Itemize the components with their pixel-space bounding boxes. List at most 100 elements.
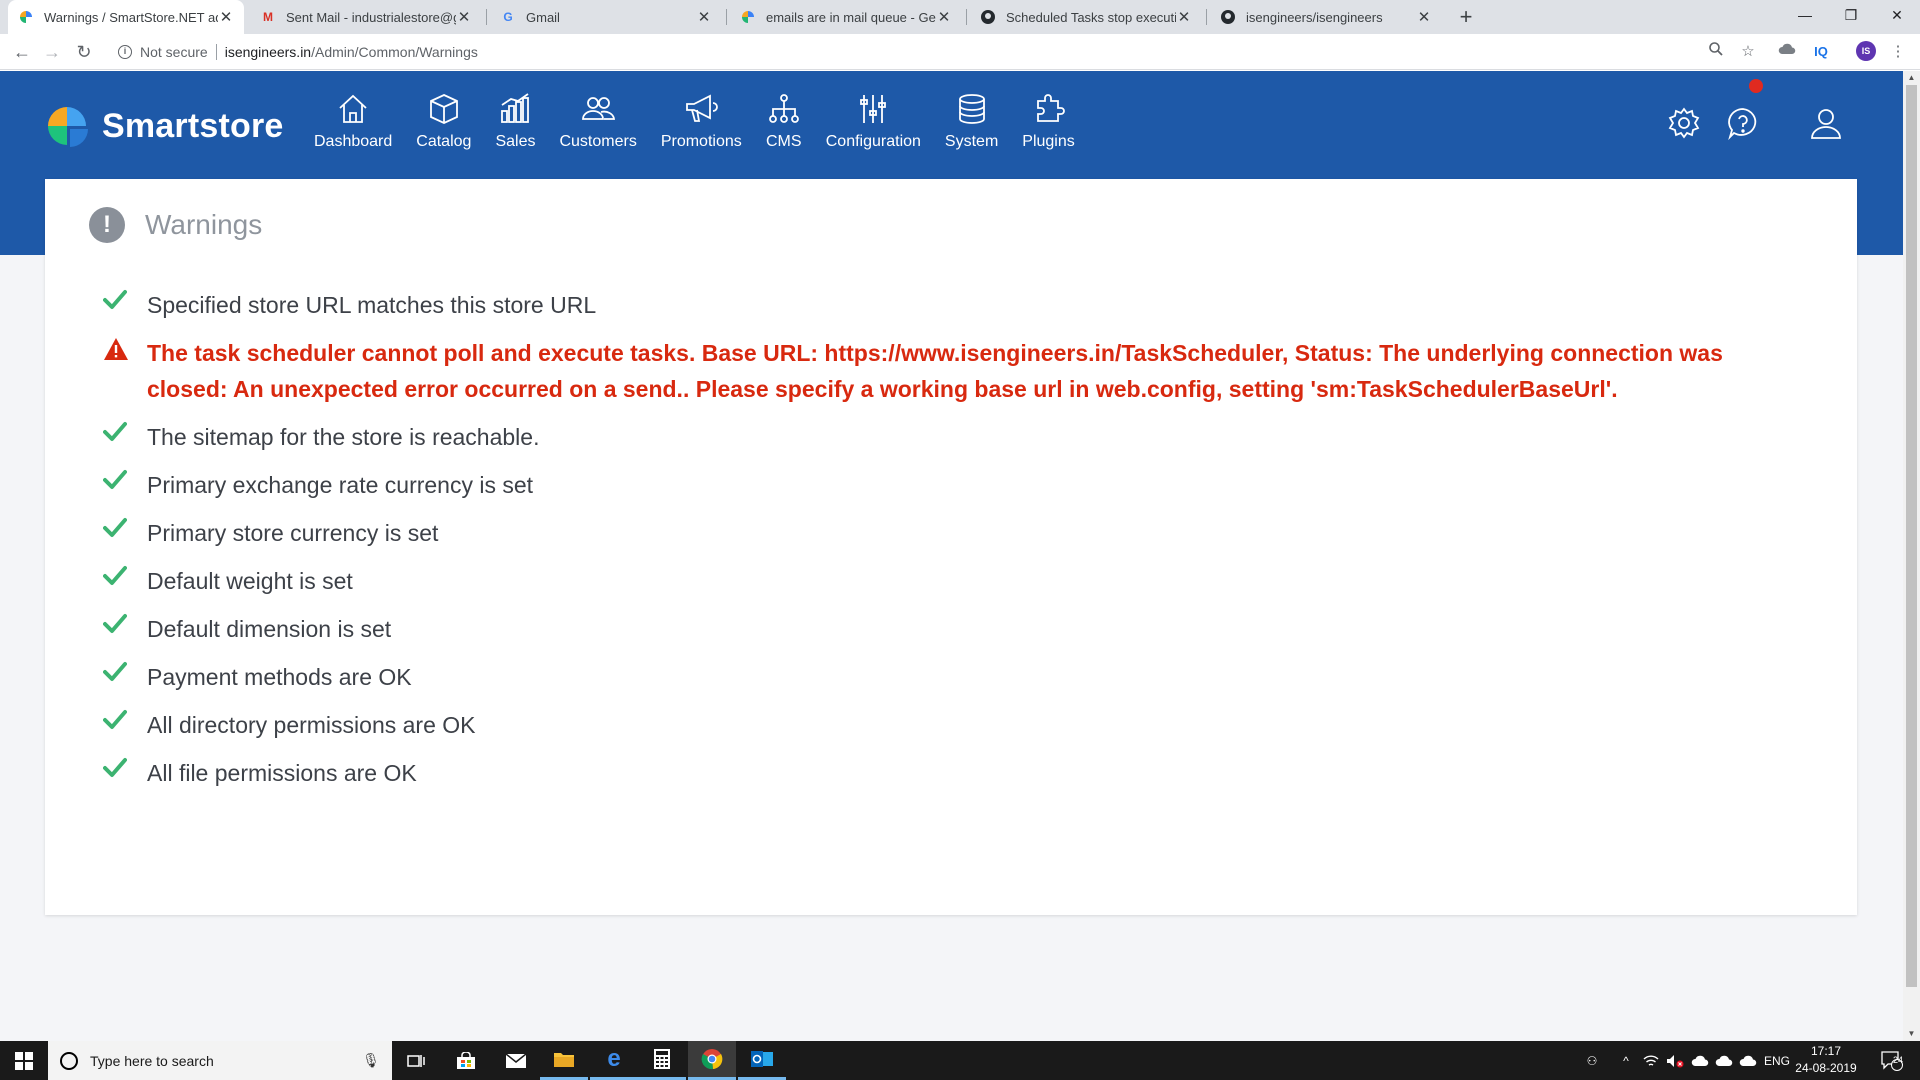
page-viewport: Smartstore Dashboard Catalog Sales Custo… xyxy=(0,71,1903,1041)
browser-tab-isengineers[interactable]: isengineers/isengineers ✕ xyxy=(1210,0,1442,34)
browser-tab-gmail[interactable]: G Gmail ✕ xyxy=(490,0,722,34)
nav-dashboard[interactable]: Dashboard xyxy=(314,91,392,151)
checkmark-icon xyxy=(103,613,131,640)
nav-plugins[interactable]: Plugins xyxy=(1022,91,1075,151)
gmail-icon: M xyxy=(263,10,273,24)
outlook-icon[interactable] xyxy=(738,1041,786,1080)
volume-muted-icon[interactable] xyxy=(1664,1041,1686,1080)
mail-icon[interactable] xyxy=(492,1041,540,1080)
language-indicator[interactable]: ENG xyxy=(1762,1041,1792,1080)
windows-start-icon[interactable] xyxy=(0,1041,48,1080)
nav-customers[interactable]: Customers xyxy=(559,91,637,151)
chrome-icon[interactable] xyxy=(688,1041,736,1080)
edge-icon[interactable]: e xyxy=(590,1041,638,1080)
notification-dot xyxy=(1749,79,1763,93)
checkmark-icon xyxy=(103,565,131,592)
onedrive-icon[interactable] xyxy=(1736,1041,1760,1080)
settings-icon[interactable] xyxy=(1666,105,1702,141)
system-clock[interactable]: 17:17 24-08-2019 xyxy=(1793,1043,1859,1077)
browser-tab-strip: Warnings / SmartStore.NET admin ✕ M Sent… xyxy=(0,0,1920,34)
onedrive-icon[interactable] xyxy=(1688,1041,1712,1080)
people-icon[interactable]: ⚇ xyxy=(1580,1041,1604,1080)
tab-title: isengineers/isengineers xyxy=(1246,9,1383,25)
new-tab-button[interactable]: + xyxy=(1452,3,1480,31)
clock-time: 17:17 xyxy=(1810,1044,1842,1058)
nav-catalog[interactable]: Catalog xyxy=(416,91,471,151)
profile-avatar[interactable]: IS xyxy=(1856,41,1876,61)
page-title-text: Warnings xyxy=(145,209,263,240)
url-host: isengineers.in xyxy=(224,44,312,60)
info-icon[interactable]: i xyxy=(118,45,132,59)
bookmark-star-icon[interactable]: ☆ xyxy=(1738,41,1758,63)
user-icon[interactable] xyxy=(1808,105,1844,141)
checkmark-icon xyxy=(103,421,131,448)
scroll-thumb[interactable] xyxy=(1906,85,1917,987)
google-icon: G xyxy=(503,10,513,24)
nav-system[interactable]: System xyxy=(945,91,998,151)
home-icon xyxy=(339,94,367,123)
browser-tab-scheduled-tasks[interactable]: Scheduled Tasks stop executing ✕ xyxy=(970,0,1202,34)
checkmark-icon xyxy=(103,469,131,496)
nav-label: Promotions xyxy=(660,133,742,150)
iq-extension-icon[interactable]: IQ xyxy=(1810,41,1832,63)
page-scrollbar[interactable]: ▲ ▼ xyxy=(1903,71,1920,1041)
close-icon[interactable]: ✕ xyxy=(696,8,712,26)
box-icon xyxy=(429,94,458,124)
reload-icon[interactable]: ↻ xyxy=(70,38,98,66)
file-explorer-icon[interactable] xyxy=(540,1041,588,1080)
checkmark-icon xyxy=(103,757,131,784)
scroll-down-icon[interactable]: ▼ xyxy=(1903,1027,1920,1041)
scroll-up-icon[interactable]: ▲ xyxy=(1903,71,1920,85)
restore-icon[interactable]: ❐ xyxy=(1828,0,1874,30)
microphone-icon[interactable]: 🎙 xyxy=(360,1052,382,1069)
wifi-icon[interactable] xyxy=(1640,1041,1662,1080)
checkmark-icon xyxy=(103,517,131,544)
browser-tab-mail-queue[interactable]: emails are in mail queue - General ✕ xyxy=(730,0,962,34)
puzzle-icon xyxy=(1036,94,1065,122)
page-title: ! Warnings xyxy=(89,207,262,243)
nav-promotions[interactable]: Promotions xyxy=(661,91,742,151)
checkmark-icon xyxy=(103,289,131,316)
taskbar-search[interactable]: Type here to search 🎙 xyxy=(48,1041,392,1080)
browser-tab-sent-mail[interactable]: M Sent Mail - industrialestore@gmail.com… xyxy=(250,0,482,34)
cortana-icon xyxy=(60,1051,78,1070)
tab-separator xyxy=(1206,9,1207,25)
close-icon[interactable]: ✕ xyxy=(936,8,952,26)
smartstore-icon xyxy=(740,9,756,25)
close-icon[interactable]: ✕ xyxy=(1176,8,1192,26)
browser-tab-warnings[interactable]: Warnings / SmartStore.NET admin ✕ xyxy=(8,0,244,34)
chevron-up-icon[interactable]: ^ xyxy=(1616,1041,1636,1080)
close-window-icon[interactable]: ✕ xyxy=(1874,0,1920,30)
help-icon[interactable] xyxy=(1725,105,1761,141)
cloud-extension-icon[interactable] xyxy=(1776,41,1798,63)
task-view-icon[interactable] xyxy=(392,1041,440,1080)
action-center-icon[interactable]: 24 xyxy=(1872,1041,1912,1080)
nav-label: System xyxy=(944,133,999,150)
close-icon[interactable]: ✕ xyxy=(456,8,472,26)
back-icon[interactable]: ← xyxy=(8,38,36,66)
tab-title: Sent Mail - industrialestore@gmail.com xyxy=(286,9,456,25)
minimize-icon[interactable]: — xyxy=(1782,0,1828,30)
divider xyxy=(215,44,217,60)
nav-configuration[interactable]: Configuration xyxy=(826,91,921,151)
sliders-icon xyxy=(860,95,887,123)
nav-label: Sales xyxy=(495,133,536,150)
nav-cms[interactable]: CMS xyxy=(766,91,802,151)
store-icon[interactable] xyxy=(442,1041,490,1080)
forward-icon[interactable]: → xyxy=(38,38,66,66)
database-icon xyxy=(958,94,985,124)
address-bar[interactable]: i Not secure isengineers.in /Admin/Commo… xyxy=(108,38,1774,66)
calculator-icon[interactable] xyxy=(638,1041,686,1080)
menu-kebab-icon[interactable]: ⋮ xyxy=(1890,41,1906,63)
close-icon[interactable]: ✕ xyxy=(218,8,234,26)
github-icon xyxy=(980,9,996,25)
zoom-icon[interactable] xyxy=(1706,41,1726,63)
tab-separator xyxy=(486,9,487,25)
nav-sales[interactable]: Sales xyxy=(495,91,535,151)
close-icon[interactable]: ✕ xyxy=(1416,8,1432,26)
warning-text: The sitemap for the store is reachable. xyxy=(147,424,540,450)
onedrive-icon[interactable] xyxy=(1712,1041,1736,1080)
warning-text: All file permissions are OK xyxy=(147,760,417,786)
brand-logo[interactable]: Smartstore xyxy=(44,103,284,149)
search-placeholder: Type here to search xyxy=(90,1052,214,1069)
